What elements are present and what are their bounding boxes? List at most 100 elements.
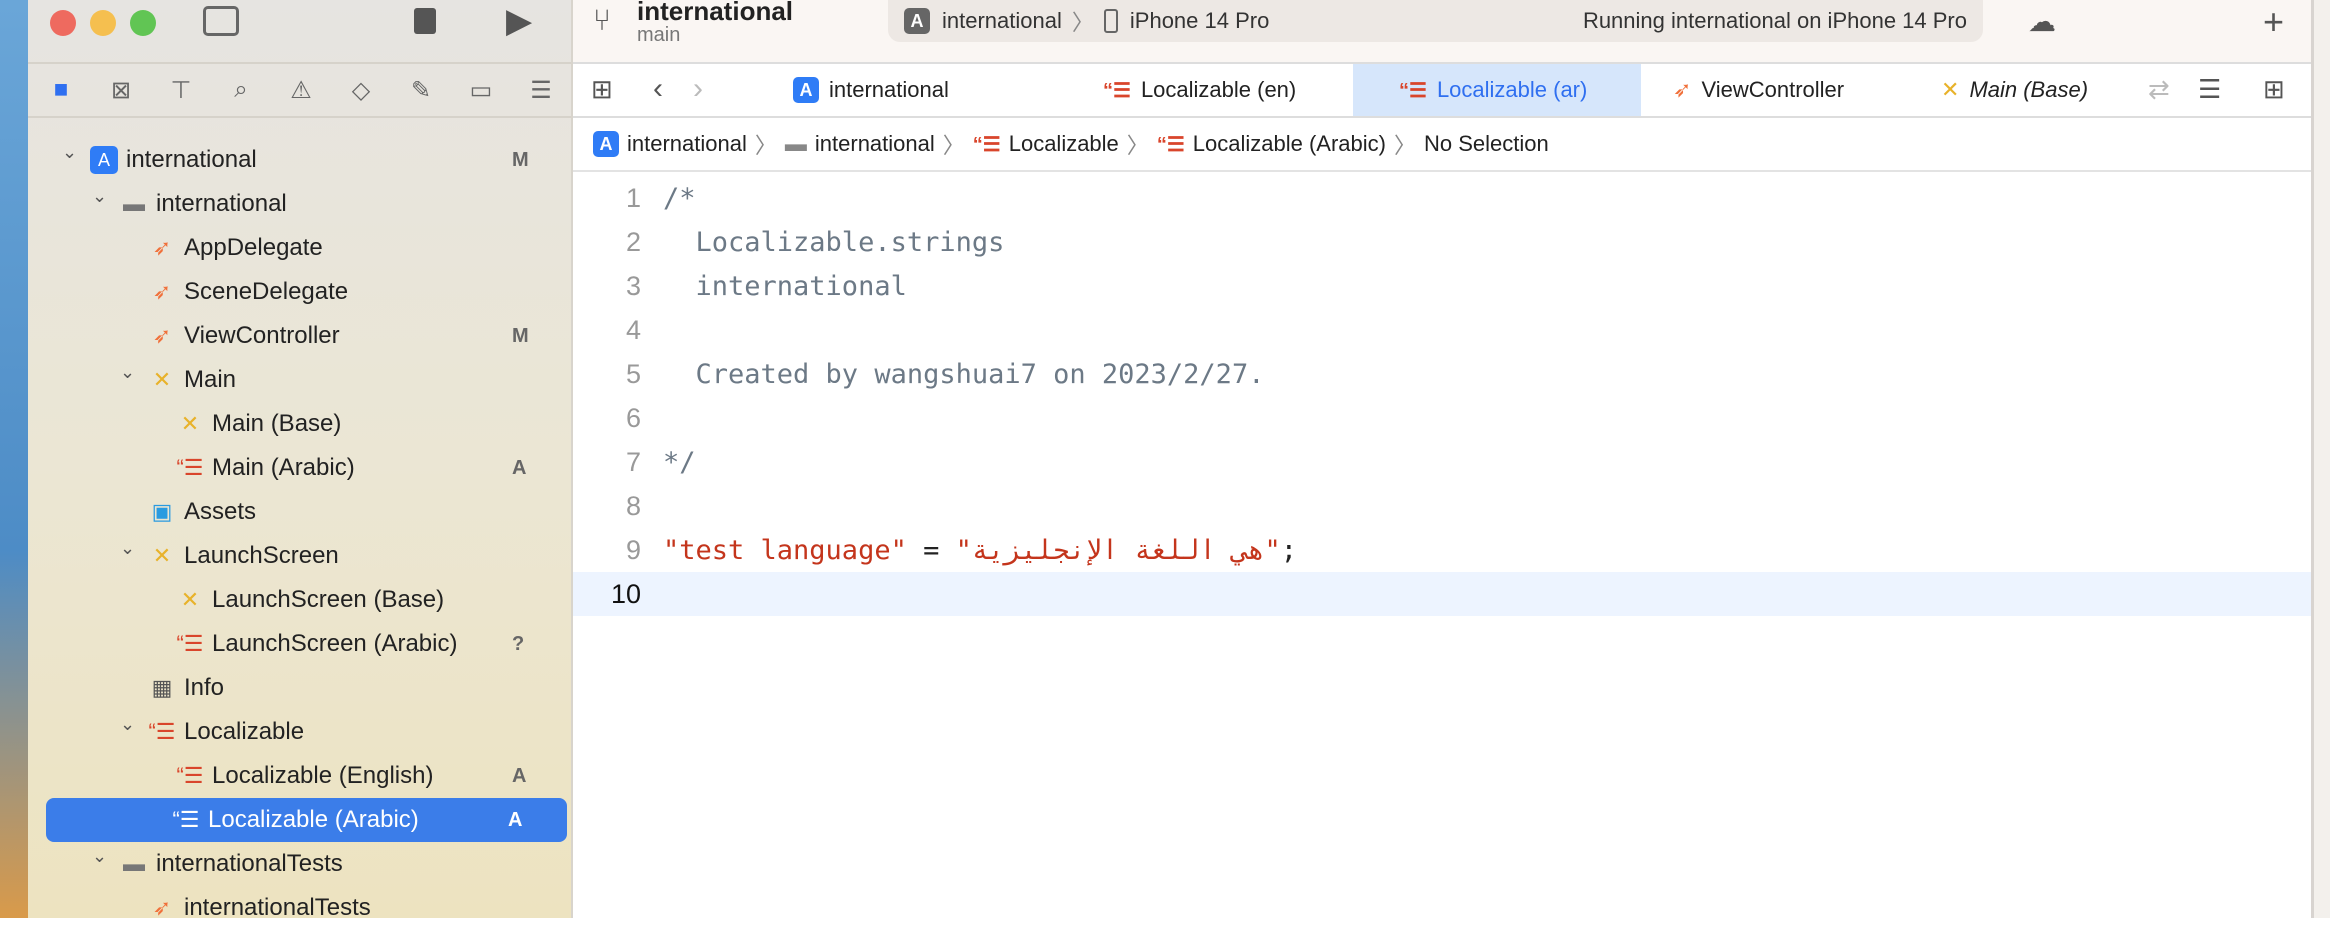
zoom-button[interactable] (130, 10, 156, 36)
debug-icon[interactable]: ✎ (406, 75, 436, 105)
add-editor-icon[interactable]: ⊞ (2263, 76, 2285, 102)
tab-label: ViewController (1701, 77, 1845, 102)
tree-item-label: LaunchScreen (184, 542, 339, 569)
line-number: 10 (610, 578, 641, 609)
device-name[interactable]: iPhone 14 Pro (1130, 8, 1269, 34)
code-line[interactable]: 5 Created by wangshuai7 on 2023/2/27. (573, 352, 2311, 396)
strings-icon: “☰ (1399, 79, 1427, 102)
breadcrumb-item[interactable]: Localizable (1009, 131, 1119, 157)
code-line[interactable]: 9 "test language" = "هي اللغة الإنجليزية"… (573, 528, 2311, 572)
scheme-selector[interactable]: A international 〉 iPhone 14 Pro Running … (888, 0, 1983, 42)
code-token: Localizable.strings (663, 226, 1005, 258)
folder-icon[interactable]: ■ (46, 75, 76, 105)
tree-item[interactable]: ➶ AppDelegate (28, 226, 571, 270)
chevron-down-icon[interactable]: ⌄ (62, 142, 82, 163)
code-line[interactable]: 8 (573, 484, 2311, 528)
breadcrumb-item[interactable]: No Selection (1424, 131, 1549, 157)
tree-item[interactable]: ➶ internationalTests (28, 886, 571, 930)
status-badge: M (512, 148, 529, 171)
tree-item[interactable]: “☰ Main (Arabic) A (28, 446, 571, 490)
chevron-down-icon[interactable]: ⌄ (92, 846, 112, 867)
code-token: ; (1280, 534, 1298, 566)
back-icon[interactable]: ‹ (653, 74, 663, 104)
tab-viewcontroller[interactable]: ➶ ViewController (1641, 64, 1911, 116)
search-icon[interactable]: ⌕ (226, 75, 256, 105)
breadcrumb-item[interactable]: international (815, 131, 935, 157)
code-line[interactable]: 2 Localizable.strings (573, 220, 2311, 264)
source-control-icon[interactable]: ⊠ (106, 75, 136, 105)
code-editor[interactable]: 1/* 2 Localizable.strings 3 international 4… (573, 176, 2311, 918)
test-icon[interactable]: ◇ (346, 75, 376, 105)
tree-item[interactable]: ⌄ Ainternational M (28, 138, 571, 182)
tab-localizable-en[interactable]: “☰ Localizable (en) (1053, 64, 1353, 116)
tree-item[interactable]: ✕ Main (Base) (28, 402, 571, 446)
swap-icon[interactable]: ⇄ (2148, 76, 2170, 102)
scheme-name[interactable]: international (942, 8, 1062, 34)
tree-item[interactable]: ⌄ ✕ Main (28, 358, 571, 402)
editor-area: ⑂ international main A international 〉 i… (573, 0, 2311, 918)
tab-localizable-ar[interactable]: “☰ Localizable (ar) (1353, 64, 1641, 116)
tree-item-label: Localizable (Arabic) (208, 806, 419, 833)
status-badge: A (512, 456, 527, 479)
editor-options-icon[interactable]: ☰ (2198, 76, 2221, 102)
strings-icon: “☰ (1156, 133, 1185, 156)
strings-icon: “☰ (972, 133, 1001, 156)
tree-item[interactable]: ✕ LaunchScreen (Base) (28, 578, 571, 622)
code-line[interactable]: 6 (573, 396, 2311, 440)
tree-item[interactable]: “☰ Localizable (English) A (28, 754, 571, 798)
forward-icon[interactable]: › (693, 74, 703, 104)
tree-item-label: Localizable (English) (212, 762, 434, 789)
grid-icon[interactable]: ⊞ (591, 76, 613, 102)
code-token: "test language" (663, 534, 907, 566)
code-line[interactable]: 1 /* (573, 176, 2311, 220)
swift-icon: ➶ (152, 323, 172, 348)
tree-item[interactable]: ➶ SceneDelegate (28, 270, 571, 314)
stop-icon[interactable] (414, 8, 436, 34)
warning-icon[interactable]: ⚠ (286, 75, 316, 105)
tree-item[interactable]: ⌄ ▬ international (28, 182, 571, 226)
tree-item[interactable]: ➶ ViewController M (28, 314, 571, 358)
chevron-down-icon[interactable]: ⌄ (120, 714, 140, 735)
tree-item-label: LaunchScreen (Arabic) (212, 630, 458, 657)
tree-item[interactable]: “☰ LaunchScreen (Arabic)? (28, 622, 571, 666)
tree-item[interactable]: ⌄ ✕ LaunchScreen (28, 534, 571, 578)
tree-item[interactable]: ▦ Info (28, 666, 571, 710)
breakpoint-icon[interactable]: ▭ (466, 75, 496, 105)
chevron-down-icon[interactable]: ⌄ (92, 186, 112, 207)
tree-item-label: Main (Arabic) (212, 454, 355, 481)
report-icon[interactable]: ☰ (526, 75, 556, 105)
code-token: = (906, 534, 956, 566)
storyboard-icon: ✕ (1941, 77, 1960, 102)
phone-icon (1103, 9, 1118, 33)
run-icon[interactable]: ▶ (506, 4, 532, 38)
tree-item-label: AppDelegate (184, 234, 323, 261)
code-line[interactable]: 4 (573, 308, 2311, 352)
breadcrumb-item[interactable]: Localizable (Arabic) (1193, 131, 1386, 157)
toolbar: ⑂ international main A international 〉 i… (573, 0, 2311, 62)
minimize-button[interactable] (90, 10, 116, 36)
add-icon[interactable]: + (2263, 4, 2284, 40)
folder-icon: ▬ (123, 851, 145, 876)
hierarchy-icon[interactable]: ⊤ (166, 75, 196, 105)
code-line[interactable]: 10 (573, 572, 2311, 616)
code-line[interactable]: 3 international (573, 264, 2311, 308)
breadcrumb-item[interactable]: international (627, 131, 747, 157)
tree-item[interactable]: “☰ Localizable (Arabic) A (46, 798, 567, 842)
code-token: Created by wangshuai7 on 2023/2/27. (663, 358, 1265, 390)
tree-item[interactable]: ⌄ ▬ internationalTests (28, 842, 571, 886)
tab-label: Localizable (en) (1140, 77, 1297, 102)
sidebar-toggle-icon[interactable] (203, 6, 239, 36)
chevron-down-icon[interactable]: ⌄ (120, 362, 140, 383)
tree-item[interactable]: ▣ Assets (28, 490, 571, 534)
chevron-right-icon: 〉 (1393, 133, 1416, 158)
tree-item[interactable]: ⌄ “☰ Localizable (28, 710, 571, 754)
tab-label: international (829, 77, 949, 102)
code-line[interactable]: 7 */ (573, 440, 2311, 484)
close-button[interactable] (50, 10, 76, 36)
inspector-panel (2311, 0, 2330, 918)
cloud-icon[interactable]: ☁ (2028, 8, 2056, 36)
chevron-down-icon[interactable]: ⌄ (120, 538, 140, 559)
tree-item-label: LaunchScreen (Base) (212, 586, 445, 613)
tab-main-base[interactable]: ✕ Main (Base) (1911, 64, 2161, 116)
tab-international[interactable]: Ainternational (773, 64, 1053, 116)
